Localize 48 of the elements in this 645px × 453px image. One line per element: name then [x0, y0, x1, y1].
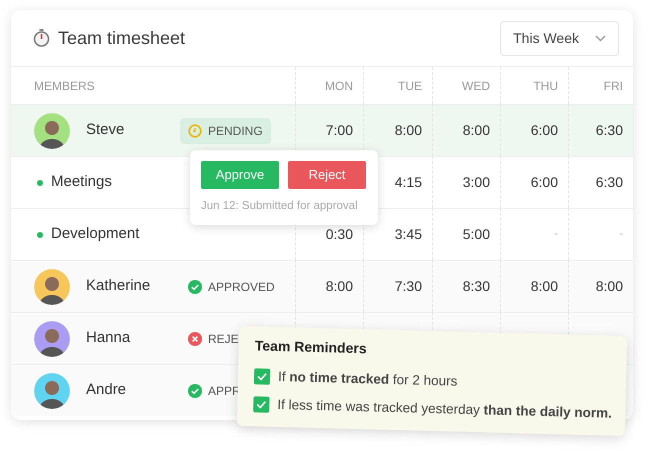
task-name: Development [51, 224, 140, 244]
avatar [34, 372, 70, 408]
column-header: MEMBERS [34, 78, 95, 94]
member-name: Steve [86, 120, 126, 140]
x-circle-icon [188, 332, 202, 346]
reminder-text: If no time tracked for 2 hours [278, 368, 458, 391]
avatar [34, 320, 70, 356]
table-cell: 8:00 [568, 260, 633, 312]
page-title: Team timesheet [58, 26, 186, 50]
table-cell: 3:00 [432, 156, 500, 208]
column-header: FRI [604, 78, 623, 94]
check-circle-icon [188, 280, 202, 294]
column-header: TUE [398, 78, 422, 94]
status-label: PENDING [208, 122, 263, 140]
column-header: WED [462, 78, 490, 94]
table-cell: 6:30 [568, 156, 633, 208]
table-cell: 6:00 [500, 156, 568, 208]
table-cell: 6:00 [500, 104, 568, 156]
reminder-text: If less time was tracked yesterday than the daily norm. [277, 396, 612, 423]
task-name: Meetings [51, 172, 112, 192]
period-dropdown[interactable]: This Week [500, 20, 619, 56]
status-label: REJE [208, 330, 239, 348]
reminders-title: Team Reminders [254, 336, 367, 358]
table-cell: 6:30 [568, 104, 633, 156]
table-cell: 8:00 [500, 260, 568, 312]
status-label: APPROVED [208, 278, 275, 296]
checkbox[interactable] [253, 396, 270, 414]
approve-button[interactable]: Approve [201, 161, 279, 189]
chevron-down-icon [595, 34, 606, 42]
checkmark-icon [256, 372, 268, 381]
avatar [34, 112, 70, 148]
member-name: Katherine [86, 276, 152, 296]
checkbox[interactable] [254, 368, 270, 385]
checkmark-icon [256, 400, 266, 410]
stopwatch-icon [33, 29, 50, 47]
check-circle-icon [188, 384, 202, 398]
member-name: Hanna [86, 328, 132, 348]
avatar [34, 268, 70, 304]
column-header: MON [325, 78, 353, 94]
clock-icon [188, 124, 202, 138]
table-cell: 8:00 [363, 104, 432, 156]
reject-button[interactable]: Reject [288, 161, 366, 189]
member-name: Andre [86, 380, 128, 400]
table-cell: 7:30 [363, 260, 432, 312]
table-cell: 8:30 [432, 260, 500, 312]
column-header: THU [533, 78, 558, 94]
table-cell: 8:00 [295, 260, 363, 312]
table-cell: 8:00 [432, 104, 500, 156]
